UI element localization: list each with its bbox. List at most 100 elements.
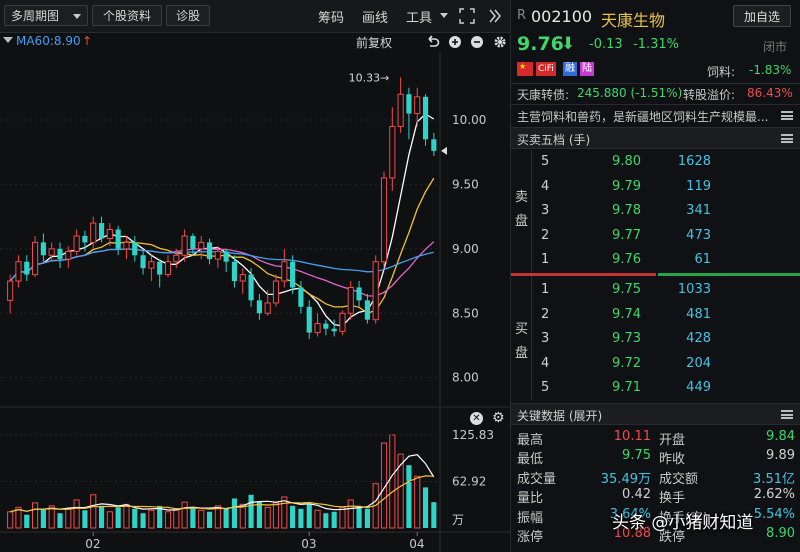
candle xyxy=(40,233,46,262)
candle-body xyxy=(132,242,138,256)
settings-icon[interactable] xyxy=(494,36,506,48)
volume-bar xyxy=(356,505,362,528)
candle-body xyxy=(331,328,337,332)
collapse-right-icon[interactable] xyxy=(488,8,502,24)
volume-bar xyxy=(24,514,30,528)
indicator-row: MA60:8.90 ↑ 前复权 xyxy=(0,32,510,52)
buy-order-row[interactable]: 2 9.74 481 xyxy=(511,305,800,327)
menu-icon[interactable] xyxy=(781,410,793,419)
stock-chart[interactable]: 10.33→ 10.00 9.50 9.00 8.50 8.00 125.83 62.92… xyxy=(0,52,510,552)
diagnose-button[interactable]: 诊股 xyxy=(166,5,210,26)
draw-button[interactable]: 画线 xyxy=(362,7,388,26)
volume-bar xyxy=(339,506,346,529)
sell-order-row[interactable]: 2 9.77 473 xyxy=(511,226,800,248)
order-level: 3 xyxy=(541,203,550,218)
order-level: 4 xyxy=(541,355,550,371)
price-marker-icon xyxy=(441,146,447,155)
convertible-label: 天康转债: xyxy=(517,88,570,102)
order-level: 2 xyxy=(541,306,550,322)
candle-body xyxy=(272,280,280,304)
buy-order-row[interactable]: 4 9.72 204 xyxy=(511,354,800,376)
stock-name: 天康生物 xyxy=(601,11,666,30)
volume-bar xyxy=(73,499,80,529)
convertible-row[interactable]: 天康转债: 245.880 (-1.51%) 转股溢价: 86.43% xyxy=(511,83,800,104)
candle xyxy=(223,248,229,273)
order-book-title: 买卖五档 (手) xyxy=(517,133,591,147)
candle xyxy=(115,225,121,256)
settings-icon[interactable]: ⚙ xyxy=(492,410,505,426)
key-data-label: 最低 xyxy=(517,452,544,468)
zoom-out-icon[interactable] xyxy=(471,36,483,48)
menu-icon[interactable] xyxy=(781,111,793,120)
candle xyxy=(140,248,146,275)
candle-body xyxy=(106,229,113,240)
volume-bar xyxy=(7,511,14,529)
sell-order-row[interactable]: 1 9.76 61 xyxy=(511,250,800,272)
price-tick-label: 9.00 xyxy=(452,242,479,256)
candle xyxy=(157,259,163,288)
candle-body xyxy=(214,250,221,260)
volume-bar xyxy=(148,509,155,529)
candle-body xyxy=(239,274,246,282)
stock-info-button[interactable]: 个股资料 xyxy=(92,5,162,26)
volume-unit-label: 万 xyxy=(452,513,464,527)
collapse-icon[interactable] xyxy=(3,37,13,43)
candle xyxy=(164,255,172,278)
candle-body xyxy=(206,242,213,260)
order-volume: 1628 xyxy=(677,154,711,169)
close-icon[interactable]: ✕ xyxy=(470,412,483,425)
price-change-pct: -1.31% xyxy=(633,37,679,52)
connect-badge: 陆 xyxy=(580,62,594,76)
candle-body xyxy=(248,274,254,301)
candle xyxy=(98,216,105,243)
candle-body xyxy=(173,254,180,263)
key-data-header[interactable]: 关键数据 (展开) xyxy=(511,403,800,425)
candle xyxy=(339,310,346,336)
chart-toolbar: 多周期图 个股资料 诊股 筹码 画线 工具 xyxy=(0,0,510,33)
candle-body xyxy=(98,223,105,239)
key-data-value: 9.75 xyxy=(622,448,651,464)
sell-order-row[interactable]: 3 9.78 341 xyxy=(511,201,800,223)
volume-bar xyxy=(32,502,39,529)
candle xyxy=(15,255,22,288)
order-volume: 341 xyxy=(686,203,711,218)
chips-button[interactable]: 筹码 xyxy=(318,7,344,26)
business-row[interactable]: 主营饲料和兽药，是新疆地区饲料生产规模最... xyxy=(511,104,800,127)
buy-order-row[interactable]: 3 9.73 428 xyxy=(511,329,800,351)
tools-button[interactable]: 工具 xyxy=(406,7,432,26)
volume-bar xyxy=(115,507,121,528)
buy-order-row[interactable]: 1 9.75 1033 xyxy=(511,280,800,302)
candle-body xyxy=(290,261,296,288)
candle-body xyxy=(364,300,370,320)
sell-order-row[interactable]: 4 9.79 119 xyxy=(511,177,800,199)
add-watchlist-button[interactable]: 加自选 xyxy=(733,5,791,27)
candle-body xyxy=(115,229,121,249)
date-tick-label: 03 xyxy=(301,537,316,551)
menu-icon[interactable] xyxy=(781,134,793,143)
zoom-in-icon[interactable] xyxy=(449,36,461,48)
candle xyxy=(364,293,370,324)
industry-label[interactable]: 饲料: xyxy=(707,63,735,80)
key-data-row: 量比 0.42 换手 2.62% xyxy=(511,486,800,506)
order-price: 9.74 xyxy=(612,306,641,322)
key-data-row: 最高 10.11 开盘 9.84 xyxy=(511,428,800,448)
fullscreen-icon[interactable] xyxy=(458,7,476,25)
order-price: 9.73 xyxy=(612,331,641,346)
volume-bar xyxy=(40,509,46,528)
undo-icon[interactable] xyxy=(428,35,440,47)
order-volume: 481 xyxy=(686,306,711,322)
candle-body xyxy=(7,280,14,301)
volume-tick-label: 62.92 xyxy=(452,475,486,489)
ma-line-ma5 xyxy=(9,113,435,327)
sell-order-row[interactable]: 5 9.80 1628 xyxy=(511,152,800,174)
order-level: 4 xyxy=(541,178,550,194)
volume-bar xyxy=(264,506,271,529)
price-tick-label: 8.00 xyxy=(452,371,479,385)
buy-order-row[interactable]: 5 9.71 449 xyxy=(511,378,800,400)
chevron-down-icon xyxy=(73,14,81,19)
order-level: 3 xyxy=(541,331,550,346)
candle xyxy=(306,300,312,340)
adjust-button[interactable]: 前复权 xyxy=(356,34,392,51)
volume-bar xyxy=(290,505,296,528)
period-dropdown[interactable]: 多周期图 xyxy=(4,5,88,26)
